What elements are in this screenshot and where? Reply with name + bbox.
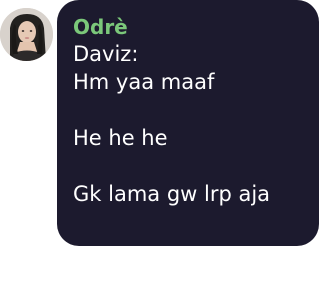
avatar[interactable] <box>0 8 53 61</box>
user-photo-avatar-icon <box>0 8 53 61</box>
message-line-blank-2 <box>73 152 305 180</box>
message-line-1: Daviz: <box>73 42 139 66</box>
message-line-2: Hm yaa maaf <box>73 70 215 94</box>
message-bubble[interactable]: Odrè Daviz: Hm yaa maaf He he he Gk lama… <box>57 0 319 246</box>
message-line-4: Gk lama gw lrp aja <box>73 182 271 206</box>
chat-message-row: Odrè Daviz: Hm yaa maaf He he he Gk lama… <box>0 0 320 292</box>
sender-name[interactable]: Odrè <box>73 14 305 40</box>
message-line-blank-1 <box>73 96 305 124</box>
message-line-3: He he he <box>73 126 168 150</box>
